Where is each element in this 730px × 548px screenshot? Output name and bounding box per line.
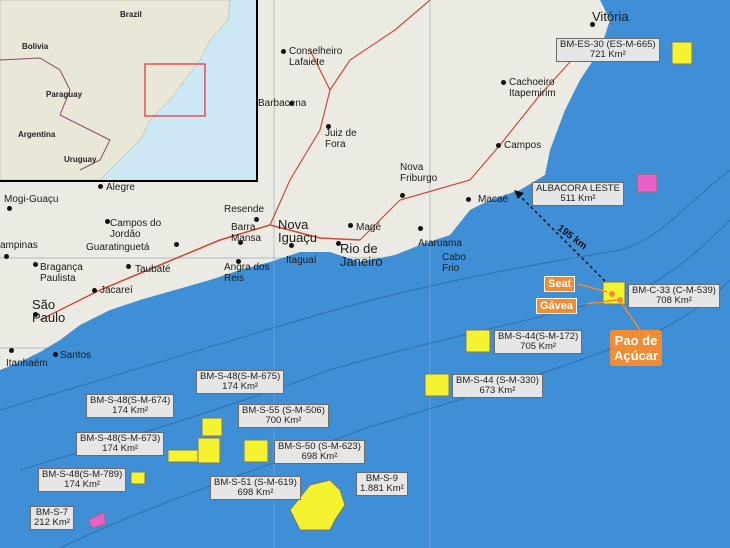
city-dot: [126, 264, 131, 269]
city-mogi: Mogi-Guaçu: [4, 194, 59, 205]
city-dot: [105, 219, 110, 224]
block-label-bm-s-44-172: BM-S-44(S-M-172) 705 Km²: [494, 330, 583, 354]
city-guaratingueta: Guaratinguetá: [86, 242, 150, 253]
block-label-bm-s-50: BM-S-50 (S-M-623) 698 Km²: [274, 440, 365, 464]
locator-inset: Brazil Bolivia Paraguay Argentina Urugua…: [0, 0, 258, 182]
block-label-bm-s-44-330: BM-S-44 (S-M-330) 673 Km²: [452, 374, 543, 398]
city-nova-friburgo: Nova Friburgo: [400, 162, 438, 184]
block-label-bm-s-7: BM-S-7 212 Km²: [30, 506, 74, 530]
city-dot: [53, 352, 58, 357]
city-dot: [33, 312, 38, 317]
city-juiz: Juiz de Fora: [325, 128, 357, 150]
city-itanhaem: Itanhaém: [6, 358, 48, 369]
block-bm-s-50: [243, 439, 269, 463]
block-label-bm-es-30: BM-ES-30 (ES-M-665) 721 Km²: [556, 38, 660, 62]
city-dot: [238, 240, 243, 245]
city-campos-jordao: Campos do Jordão: [110, 218, 162, 240]
block-bm-s-44-330: [424, 373, 450, 397]
inset-svg: [0, 0, 231, 180]
block-label-bm-s-48-675: BM-S-48(S-M-675) 174 Km²: [196, 370, 285, 394]
city-dot: [236, 259, 241, 264]
callout-pao-line2: Açúcar: [614, 348, 659, 363]
city-dot: [289, 243, 294, 248]
city-dot: [496, 143, 501, 148]
city-itaguai: Itaguaí: [286, 255, 317, 266]
city-cachoeiro: Cachoeiro Itapemirim: [509, 77, 556, 99]
inset-land: [0, 0, 231, 180]
city-dot: [174, 242, 179, 247]
city-barbacena: Barbacena: [258, 98, 307, 109]
city-conselheiro: Conselheiro Lafaiete: [289, 46, 343, 68]
callout-gavea: Gávea: [536, 298, 578, 314]
inset-label-uruguay: Uruguay: [64, 155, 97, 164]
block-bm-s-48-674: [167, 449, 199, 463]
block-label-bm-s-9: BM-S-9 1.881 Km²: [356, 472, 408, 496]
inset-label-argentina: Argentina: [18, 130, 56, 139]
city-campinas: ampinas: [0, 240, 38, 251]
block-label-bm-s-48-789: BM-S-48(S-M-789) 174 Km²: [38, 468, 127, 492]
city-rio: Rio de Janeiro: [340, 241, 383, 269]
city-dot: [466, 197, 471, 202]
city-campos: Campos: [504, 140, 542, 151]
inset-label-paraguay: Paraguay: [46, 90, 83, 99]
city-dot: [590, 22, 595, 27]
city-araruama: Araruama: [418, 238, 462, 249]
city-dot: [9, 348, 14, 353]
city-sao-paulo: São Paulo: [32, 297, 66, 325]
block-label-bm-c-33: BM-C-33 (C-M-539) 708 Km²: [628, 284, 720, 308]
city-vitoria: Vitória: [592, 9, 629, 24]
block-label-bm-s-48-673: BM-S-48(S-M-673) 174 Km²: [76, 432, 165, 456]
city-dot: [7, 206, 12, 211]
block-bm-s-44-172: [465, 329, 491, 353]
inset-label-bolivia: Bolivia: [22, 42, 49, 51]
city-taubate: Taubaté: [135, 264, 171, 275]
callout-pao-de-acucar: Pao de Açúcar: [610, 330, 663, 366]
city-dot: [348, 223, 353, 228]
city-barra-mansa: Barra Mansa: [231, 222, 262, 244]
city-dot: [501, 80, 506, 85]
city-dot: [33, 262, 38, 267]
callout-pao-line1: Pao de: [614, 333, 658, 348]
block-label-bm-s-51: BM-S-51 (S-M-619) 698 Km²: [210, 476, 301, 500]
inset-label-brazil: Brazil: [120, 10, 142, 19]
city-dot: [326, 124, 331, 129]
city-alegre: Alegre: [106, 182, 135, 193]
city-dot: [98, 184, 103, 189]
city-braganca: Bragança Paulista: [40, 262, 83, 284]
city-dot: [4, 254, 9, 259]
city-dot: [418, 226, 423, 231]
block-label-bm-s-55: BM-S-55 (S-M-506) 700 Km²: [238, 404, 329, 428]
city-cabo-frio: Cabo Frio: [442, 252, 466, 274]
city-dot: [400, 193, 405, 198]
city-dot: [336, 241, 341, 246]
block-bm-es-30: [671, 41, 693, 65]
city-dot: [92, 288, 97, 293]
block-label-bm-s-48-674: BM-S-48(S-M-674) 174 Km²: [86, 394, 175, 418]
city-dot: [289, 101, 294, 106]
block-label-albacora: ALBACORA LESTE 511 Km²: [532, 182, 624, 206]
city-dot: [281, 49, 286, 54]
city-santos: Santos: [60, 350, 92, 361]
city-mage: Magé: [356, 222, 382, 233]
block-albacora: [636, 173, 658, 193]
city-jacarei: Jacareí: [100, 285, 133, 296]
city-angra: Angra dos Reis: [224, 262, 270, 284]
block-bm-s-48-789: [130, 471, 146, 485]
block-bm-s-48-675: [201, 417, 223, 437]
city-nova-iguacu: Nova Iguaçu: [278, 217, 318, 245]
city-resende: Resende: [224, 204, 265, 215]
callout-seat: Seat: [544, 276, 576, 292]
city-macae: Macaé: [478, 194, 509, 205]
block-bm-s-55: [197, 437, 221, 464]
